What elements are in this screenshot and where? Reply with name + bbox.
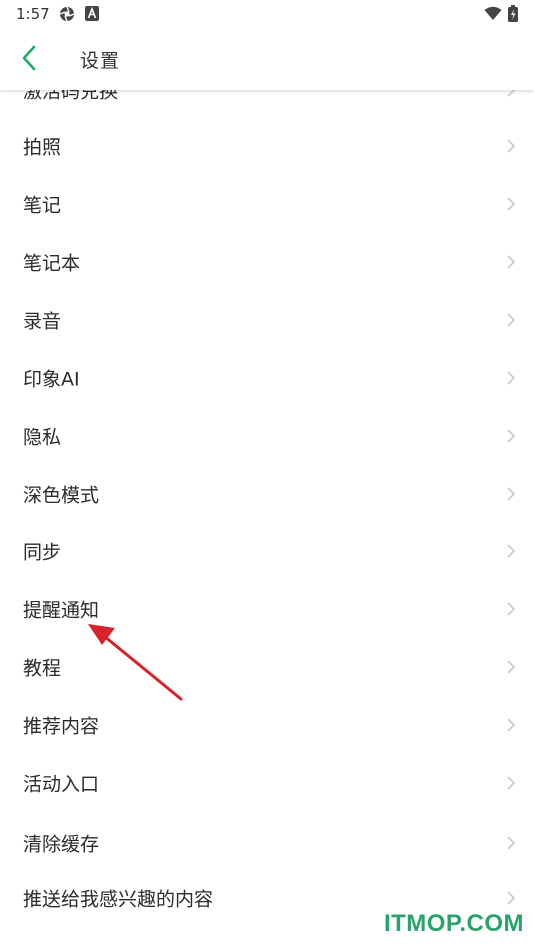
settings-item-label: 录音 bbox=[23, 310, 62, 333]
chevron-left-icon bbox=[22, 45, 36, 71]
settings-item-dark-mode[interactable]: 深色模式 bbox=[0, 465, 534, 523]
chevron-right-icon bbox=[507, 371, 516, 385]
chevron-right-icon bbox=[507, 197, 516, 211]
chevron-right-icon bbox=[507, 891, 516, 905]
settings-item-reminders[interactable]: 提醒通知 bbox=[0, 580, 534, 638]
wifi-icon bbox=[484, 6, 502, 20]
settings-item-label: 活动入口 bbox=[23, 773, 100, 796]
settings-item-label: 教程 bbox=[23, 657, 62, 680]
settings-item-notes[interactable]: 笔记 bbox=[0, 175, 534, 233]
settings-item-recording[interactable]: 录音 bbox=[0, 291, 534, 349]
chevron-right-icon bbox=[507, 602, 516, 616]
settings-item-label: 隐私 bbox=[23, 426, 62, 449]
settings-item-sync[interactable]: 同步 bbox=[0, 522, 534, 580]
chevron-right-icon bbox=[507, 255, 516, 269]
app-bar: 设置 bbox=[0, 28, 534, 90]
watermark: ITMOP.COM bbox=[383, 910, 524, 937]
settings-item-label: 印象AI bbox=[23, 368, 80, 391]
settings-item-activities[interactable]: 活动入口 bbox=[0, 754, 534, 812]
back-button[interactable] bbox=[12, 40, 48, 76]
settings-item-label: 推荐内容 bbox=[23, 715, 100, 738]
settings-item-label: 笔记 bbox=[23, 194, 62, 217]
a-badge-icon bbox=[85, 6, 99, 21]
settings-item-label: 提醒通知 bbox=[23, 599, 100, 622]
battery-icon bbox=[508, 5, 518, 22]
settings-item-tutorial[interactable]: 教程 bbox=[0, 638, 534, 696]
settings-item-notebooks[interactable]: 笔记本 bbox=[0, 233, 534, 291]
status-bar: 1:57 bbox=[0, 0, 534, 28]
status-time: 1:57 bbox=[16, 5, 50, 23]
settings-item-label: 清除缓存 bbox=[23, 833, 100, 856]
settings-item-camera[interactable]: 拍照 bbox=[0, 117, 534, 175]
settings-item-clear-cache[interactable]: 清除缓存 bbox=[0, 814, 534, 872]
settings-item-label: 拍照 bbox=[23, 136, 62, 159]
settings-list: 激活码兑换 拍照 笔记 笔记本 录音 印象AI 隐私 深色模式 同步 提醒通知 … bbox=[0, 0, 534, 950]
chevron-right-icon bbox=[507, 139, 516, 153]
chevron-right-icon bbox=[507, 313, 516, 327]
chevron-right-icon bbox=[507, 836, 516, 850]
chevron-right-icon bbox=[507, 429, 516, 443]
page-title: 设置 bbox=[80, 50, 121, 72]
chevron-right-icon bbox=[507, 718, 516, 732]
chevron-right-icon bbox=[507, 544, 516, 558]
settings-item-ai[interactable]: 印象AI bbox=[0, 349, 534, 407]
chevron-right-icon bbox=[507, 660, 516, 674]
settings-item-label: 笔记本 bbox=[23, 252, 81, 275]
settings-item-privacy[interactable]: 隐私 bbox=[0, 407, 534, 465]
chevron-right-icon bbox=[507, 487, 516, 501]
aperture-icon bbox=[59, 6, 75, 22]
chevron-right-icon bbox=[507, 776, 516, 790]
settings-item-recommended[interactable]: 推荐内容 bbox=[0, 696, 534, 754]
settings-item-label: 推送给我感兴趣的内容 bbox=[23, 888, 214, 911]
settings-item-label: 同步 bbox=[23, 541, 62, 564]
settings-item-label: 深色模式 bbox=[23, 484, 100, 507]
